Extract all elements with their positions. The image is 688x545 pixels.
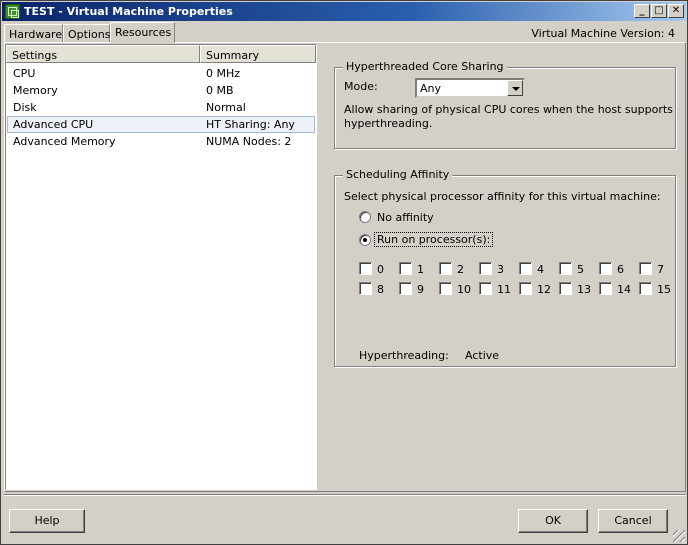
processor-15-checkbox[interactable] xyxy=(639,282,652,295)
run-on-processors-label[interactable]: Run on processor(s): xyxy=(373,232,494,247)
processor-9-label: 9 xyxy=(417,283,424,296)
minimize-button[interactable]: _ xyxy=(634,4,650,18)
chevron-down-icon[interactable] xyxy=(507,80,523,96)
ht-description-line2: hyperthreading. xyxy=(344,117,433,130)
list-row-disk[interactable]: Disk Normal xyxy=(7,99,315,116)
processor-1-label: 1 xyxy=(417,263,424,276)
cancel-button[interactable]: Cancel xyxy=(598,509,668,533)
mode-label: Mode: xyxy=(344,80,378,93)
processor-0-checkbox[interactable] xyxy=(359,262,372,275)
processor-15-label: 15 xyxy=(657,283,671,296)
processor-1-checkbox[interactable] xyxy=(399,262,412,275)
processor-7-checkbox[interactable] xyxy=(639,262,652,275)
processor-11-label: 11 xyxy=(497,283,511,296)
processor-3-checkbox[interactable] xyxy=(479,262,492,275)
row-summary: 0 MHz xyxy=(206,67,241,80)
affinity-prompt: Select physical processor affinity for t… xyxy=(344,190,661,203)
row-setting: Advanced CPU xyxy=(13,118,94,131)
row-setting: Memory xyxy=(13,84,58,97)
column-header-summary[interactable]: Summary xyxy=(200,45,316,63)
processor-2-checkbox[interactable] xyxy=(439,262,452,275)
processor-14-checkbox[interactable] xyxy=(599,282,612,295)
tab-options[interactable]: Options xyxy=(63,24,110,43)
maximize-button[interactable]: □ xyxy=(651,4,667,18)
footer-separator xyxy=(4,494,686,496)
no-affinity-label[interactable]: No affinity xyxy=(377,211,434,224)
processor-12-label: 12 xyxy=(537,283,551,296)
properties-window: TEST - Virtual Machine Properties _ □ ✕ … xyxy=(0,0,688,545)
processor-8-checkbox[interactable] xyxy=(359,282,372,295)
processor-0-label: 0 xyxy=(377,263,384,276)
processor-12-checkbox[interactable] xyxy=(519,282,532,295)
row-setting: Disk xyxy=(13,101,37,114)
window-title: TEST - Virtual Machine Properties xyxy=(24,5,233,18)
help-button[interactable]: Help xyxy=(9,509,85,533)
processor-9-checkbox[interactable] xyxy=(399,282,412,295)
processor-13-checkbox[interactable] xyxy=(559,282,572,295)
row-summary: HT Sharing: Any xyxy=(206,118,295,131)
tab-resources[interactable]: Resources xyxy=(110,22,175,43)
list-header: Settings Summary xyxy=(6,45,316,63)
processor-3-label: 3 xyxy=(497,263,504,276)
ok-button[interactable]: OK xyxy=(518,509,588,533)
affinity-legend: Scheduling Affinity xyxy=(343,168,453,181)
ht-description-line1: Allow sharing of physical CPU cores when… xyxy=(344,103,673,116)
processor-5-label: 5 xyxy=(577,263,584,276)
vm-version-label: Virtual Machine Version: 4 xyxy=(531,27,675,40)
processor-6-checkbox[interactable] xyxy=(599,262,612,275)
settings-list[interactable]: Settings Summary CPU 0 MHz Memory 0 MB D… xyxy=(5,44,317,490)
resize-grip-icon[interactable] xyxy=(673,530,685,542)
processor-11-checkbox[interactable] xyxy=(479,282,492,295)
row-summary: 0 MB xyxy=(206,84,234,97)
ht-sharing-group: Hyperthreaded Core Sharing Mode: Any All… xyxy=(334,60,676,149)
row-summary: NUMA Nodes: 2 xyxy=(206,135,292,148)
close-button[interactable]: ✕ xyxy=(668,4,684,18)
processor-4-checkbox[interactable] xyxy=(519,262,532,275)
mode-value: Any xyxy=(420,82,442,95)
processor-7-label: 7 xyxy=(657,263,664,276)
vm-properties-icon xyxy=(5,4,20,19)
hyperthreading-status: Active xyxy=(465,349,500,362)
row-setting: Advanced Memory xyxy=(13,135,116,148)
processor-10-label: 10 xyxy=(457,283,471,296)
hyperthreading-label: Hyperthreading: xyxy=(359,349,449,362)
row-setting: CPU xyxy=(13,67,36,80)
list-row-advanced-cpu[interactable]: Advanced CPU HT Sharing: Any xyxy=(7,116,315,133)
radio-run-on-processors[interactable] xyxy=(359,234,371,246)
list-row-memory[interactable]: Memory 0 MB xyxy=(7,82,315,99)
column-header-settings[interactable]: Settings xyxy=(6,45,200,63)
tab-hardware[interactable]: Hardware xyxy=(4,24,63,43)
processor-10-checkbox[interactable] xyxy=(439,282,452,295)
processor-2-label: 2 xyxy=(457,263,464,276)
processor-6-label: 6 xyxy=(617,263,624,276)
radio-no-affinity[interactable] xyxy=(359,211,371,223)
list-row-advanced-memory[interactable]: Advanced Memory NUMA Nodes: 2 xyxy=(7,133,315,150)
processor-8-label: 8 xyxy=(377,283,384,296)
list-row-cpu[interactable]: CPU 0 MHz xyxy=(7,65,315,82)
processor-13-label: 13 xyxy=(577,283,591,296)
scheduling-affinity-group: Scheduling Affinity Select physical proc… xyxy=(334,168,676,367)
processor-5-checkbox[interactable] xyxy=(559,262,572,275)
processor-4-label: 4 xyxy=(537,263,544,276)
title-bar[interactable]: TEST - Virtual Machine Properties _ □ ✕ xyxy=(2,2,686,21)
ht-sharing-legend: Hyperthreaded Core Sharing xyxy=(343,60,507,73)
processor-14-label: 14 xyxy=(617,283,631,296)
row-summary: Normal xyxy=(206,101,246,114)
mode-select[interactable]: Any xyxy=(415,78,525,98)
